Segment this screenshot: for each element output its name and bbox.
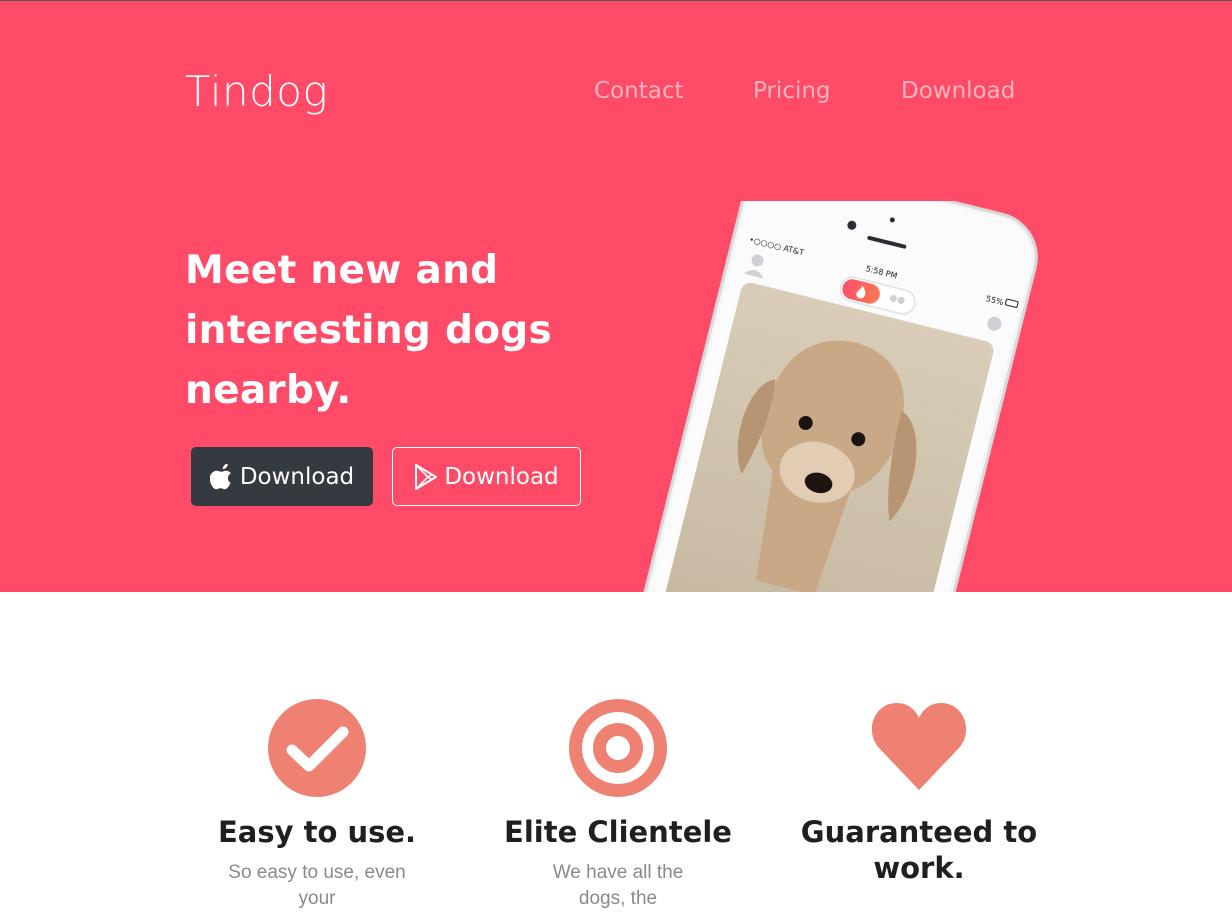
phone-mockup: •○○○○ AT&T 5:58 PM 55% [600,160,1060,592]
feature-text: We have all the dogs, the [552,862,684,909]
google-play-icon [415,463,438,490]
apple-icon [209,463,231,489]
feature-easy-to-use: Easy to use. So easy to use, even your [167,698,467,912]
feature-title: Easy to use. [217,815,417,849]
bullseye-icon [569,699,667,797]
nav-link-pricing[interactable]: Pricing [753,78,831,104]
apple-download-label: Download [239,463,355,490]
brand-logo[interactable]: Tindog [185,67,328,116]
feature-elite-clientele: Elite Clientele We have all the dogs, th… [468,698,768,912]
hero-section: Tindog Contact Pricing Download Meet new… [0,0,1232,592]
iphone-image: •○○○○ AT&T 5:58 PM 55% [626,160,1038,592]
nav-link-download[interactable]: Download [901,78,1015,104]
heart-icon [871,703,967,790]
feature-text: So easy to use, even your [228,862,406,909]
hero-headline: Meet new and interesting dogs nearby. [185,248,553,413]
check-circle-icon [268,699,366,797]
features-section: Easy to use. So easy to use, even your E… [0,592,1232,909]
google-play-download-button[interactable]: Download [392,447,581,506]
nav-link-contact[interactable]: Contact [594,78,683,104]
feature-guaranteed: Guaranteed to work. [769,698,1069,896]
google-play-download-label: Download [444,463,559,490]
feature-title: Elite Clientele [504,815,732,849]
apple-download-button[interactable]: Download [191,447,373,506]
feature-title: Guaranteed to work. [800,815,1038,885]
